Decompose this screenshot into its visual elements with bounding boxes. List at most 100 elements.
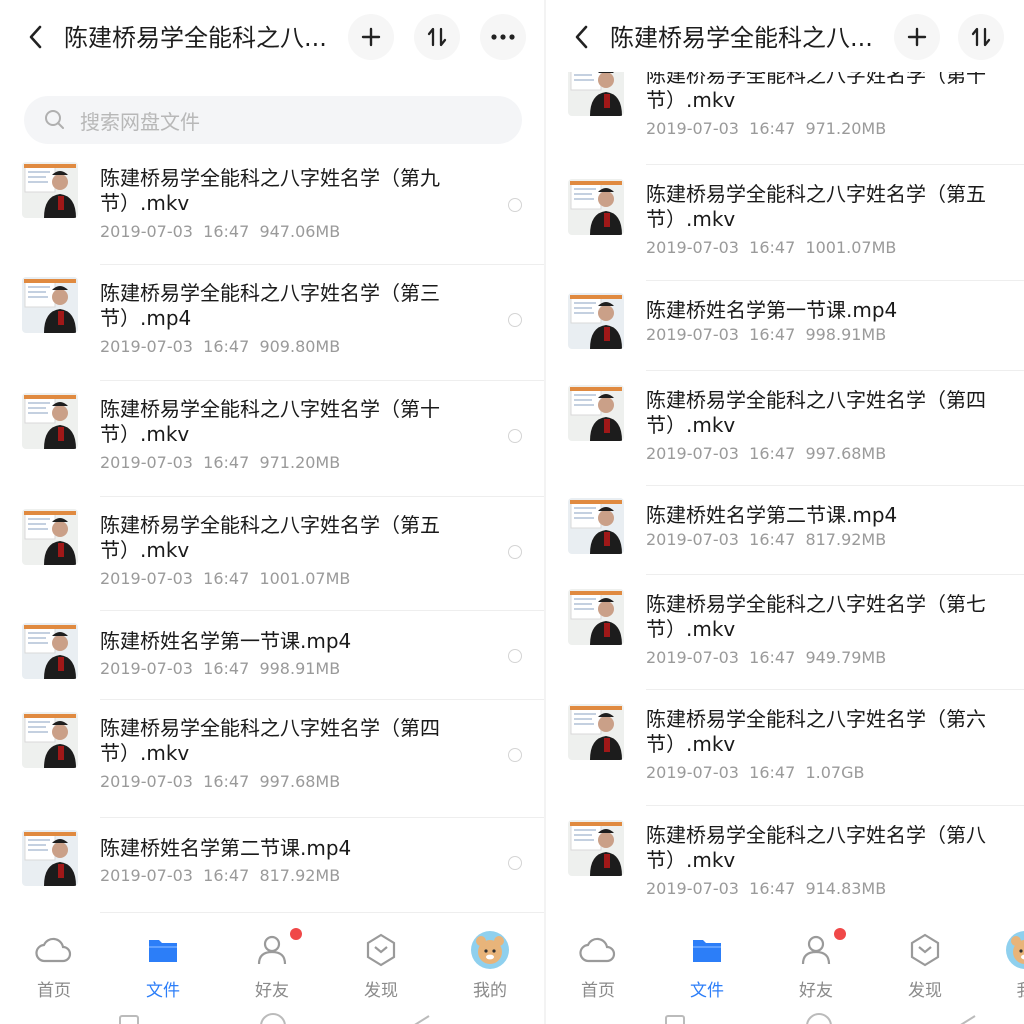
video-thumbnail: [568, 820, 624, 876]
tab-label: 发现: [908, 981, 942, 1001]
file-time: 16:47: [749, 119, 796, 138]
file-time: 16:47: [749, 530, 796, 549]
file-size: 914.83MB: [805, 879, 887, 898]
file-time: 16:47: [749, 648, 796, 667]
file-date: 2019-07-03: [100, 866, 193, 885]
file-time: 16:47: [203, 866, 250, 885]
more-dots-icon: [491, 34, 515, 40]
sort-button[interactable]: [414, 14, 460, 60]
cloud-icon: [19, 932, 89, 968]
discover-icon: [346, 932, 416, 968]
file-row[interactable]: 陈建桥姓名学第二节课.mp4 2019-07-03 16:47 817.92MB: [0, 818, 544, 913]
file-time: 16:47: [749, 325, 796, 344]
tab-label: 好友: [799, 981, 833, 1001]
search-box[interactable]: 搜索网盘文件: [24, 96, 522, 144]
file-row[interactable]: 陈建桥易学全能科之八字姓名学（第三节）.mp4 2019-07-03 16:47 …: [0, 265, 544, 381]
folder-icon: [128, 932, 198, 968]
select-checkbox[interactable]: [508, 748, 522, 762]
file-row[interactable]: 陈建桥易学全能科之八字姓名学（第四节）.mkv 2019-07-03 16:47 …: [546, 371, 1024, 486]
more-button[interactable]: [480, 14, 526, 60]
bottom-tab-bar: 首页文件好友发现我的我: [546, 918, 1024, 1024]
nav-home-icon[interactable]: [804, 1012, 834, 1024]
file-row[interactable]: 陈建桥姓名学第一节课.mp4 2019-07-03 16:47 998.91MB: [0, 611, 544, 700]
file-size: 949.79MB: [805, 648, 887, 667]
file-meta: 2019-07-03 16:47 997.68MB: [646, 444, 886, 463]
video-thumbnail: [568, 385, 624, 441]
file-row[interactable]: 陈建桥易学全能科之八字姓名学（第四节）.mkv 2019-07-03 16:47 …: [0, 700, 544, 818]
sort-icon: [971, 27, 991, 47]
tab-folder[interactable]: 文件: [128, 932, 198, 1001]
video-thumbnail: [22, 162, 78, 218]
tab-friends[interactable]: 好友: [781, 932, 851, 1001]
tab-discover[interactable]: 发现: [346, 932, 416, 1001]
tab-label: 文件: [146, 981, 180, 1001]
select-checkbox[interactable]: [508, 856, 522, 870]
file-meta: 2019-07-03 16:47 971.20MB: [646, 119, 886, 138]
tab-folder[interactable]: 文件: [672, 932, 742, 1001]
video-thumbnail: [22, 623, 78, 679]
file-name: 陈建桥姓名学第二节课.mp4: [100, 836, 352, 860]
tab-cloud[interactable]: 首页: [19, 932, 89, 1001]
file-name: 陈建桥姓名学第一节课.mp4: [100, 629, 352, 653]
nav-back-icon[interactable]: [951, 1012, 981, 1024]
file-date: 2019-07-03: [646, 879, 739, 898]
file-row[interactable]: 陈建桥易学全能科之八字姓名学（第五节）.mkv 2019-07-03 16:47 …: [0, 497, 544, 611]
video-thumbnail: [568, 498, 624, 554]
file-date: 2019-07-03: [100, 337, 193, 356]
file-size: 1.07GB: [805, 763, 865, 782]
tab-me-partial[interactable]: 我: [990, 931, 1024, 1001]
bottom-tab-bar: 首页 文件 好友 发现 我的: [0, 918, 544, 1024]
file-row[interactable]: 陈建桥易学全能科之八字姓名学（第六节）.mkv 2019-07-03 16:47 …: [546, 690, 1024, 806]
add-button[interactable]: [894, 14, 940, 60]
file-meta: 2019-07-03 16:47 949.79MB: [646, 648, 886, 667]
file-meta: 2019-07-03 16:47 997.68MB: [100, 772, 340, 791]
tab-label: 首页: [581, 981, 615, 1001]
file-date: 2019-07-03: [646, 530, 739, 549]
file-name: 陈建桥易学全能科之八字姓名学（第八节）.mkv: [646, 823, 986, 872]
file-row[interactable]: 陈建桥易学全能科之八字姓名学（第九节）.mkv 2019-07-03 16:47 …: [0, 150, 544, 265]
video-thumbnail: [22, 277, 78, 333]
file-meta: 2019-07-03 16:47 1001.07MB: [646, 238, 896, 257]
file-name: 陈建桥姓名学第一节课.mp4: [646, 298, 898, 322]
file-name: 陈建桥易学全能科之八字姓名学（第十节）.mkv: [100, 397, 440, 446]
file-row[interactable]: 陈建桥易学全能科之八字姓名学（第十节）.mkv 2019-07-03 16:47 …: [0, 381, 544, 497]
tab-avatar[interactable]: 我的: [455, 931, 525, 1001]
file-date: 2019-07-03: [646, 648, 739, 667]
file-row[interactable]: 陈建桥易学全能科之八字姓名学（第七节）.mkv 2019-07-03 16:47 …: [546, 575, 1024, 690]
left-screen: 陈建桥易学全能科之八... 搜索网盘文件 陈建桥易学全能科之八字姓名学（第九节）…: [0, 0, 544, 1024]
back-arrow-icon[interactable]: [570, 22, 594, 52]
file-time: 16:47: [749, 444, 796, 463]
file-name: 陈建桥易学全能科之八字姓名学（第三节）.mp4: [100, 281, 440, 330]
file-size: 1001.07MB: [259, 569, 351, 588]
top-bar: 陈建桥易学全能科之八...: [0, 0, 544, 74]
back-arrow-icon[interactable]: [24, 22, 48, 52]
file-name: 陈建桥易学全能科之八字姓名学（第四节）.mkv: [100, 716, 440, 765]
select-checkbox[interactable]: [508, 429, 522, 443]
file-time: 16:47: [749, 879, 796, 898]
select-checkbox[interactable]: [508, 313, 522, 327]
nav-back-icon[interactable]: [405, 1012, 435, 1024]
file-meta: 2019-07-03 16:47 817.92MB: [100, 866, 340, 885]
file-row[interactable]: 陈建桥易学全能科之八字姓名学（第五节）.mkv 2019-07-03 16:47 …: [546, 165, 1024, 281]
file-row[interactable]: 陈建桥易学全能科之八字姓名学（第八节）.mkv 2019-07-03 16:47 …: [546, 806, 1024, 920]
select-checkbox[interactable]: [508, 545, 522, 559]
tab-cloud[interactable]: 首页: [563, 932, 633, 1001]
folder-title: 陈建桥易学全能科之八...: [610, 24, 873, 52]
select-checkbox[interactable]: [508, 649, 522, 663]
select-checkbox[interactable]: [508, 198, 522, 212]
sort-button[interactable]: [958, 14, 1004, 60]
nav-recent-icon[interactable]: [660, 1012, 690, 1024]
add-button[interactable]: [348, 14, 394, 60]
tab-friends[interactable]: 好友: [237, 932, 307, 1001]
nav-recent-icon[interactable]: [114, 1012, 144, 1024]
tab-label: 好友: [255, 981, 289, 1001]
file-row[interactable]: 陈建桥姓名学第二节课.mp4 2019-07-03 16:47 817.92MB: [546, 486, 1024, 575]
tab-discover[interactable]: 发现: [890, 932, 960, 1001]
nav-home-icon[interactable]: [258, 1012, 288, 1024]
plus-icon: [907, 27, 927, 47]
file-meta: 2019-07-03 16:47 998.91MB: [646, 325, 886, 344]
file-size: 1001.07MB: [805, 238, 897, 257]
file-row[interactable]: 陈建桥姓名学第一节课.mp4 2019-07-03 16:47 998.91MB: [546, 281, 1024, 371]
avatar-icon: [455, 931, 525, 969]
file-date: 2019-07-03: [100, 659, 193, 678]
